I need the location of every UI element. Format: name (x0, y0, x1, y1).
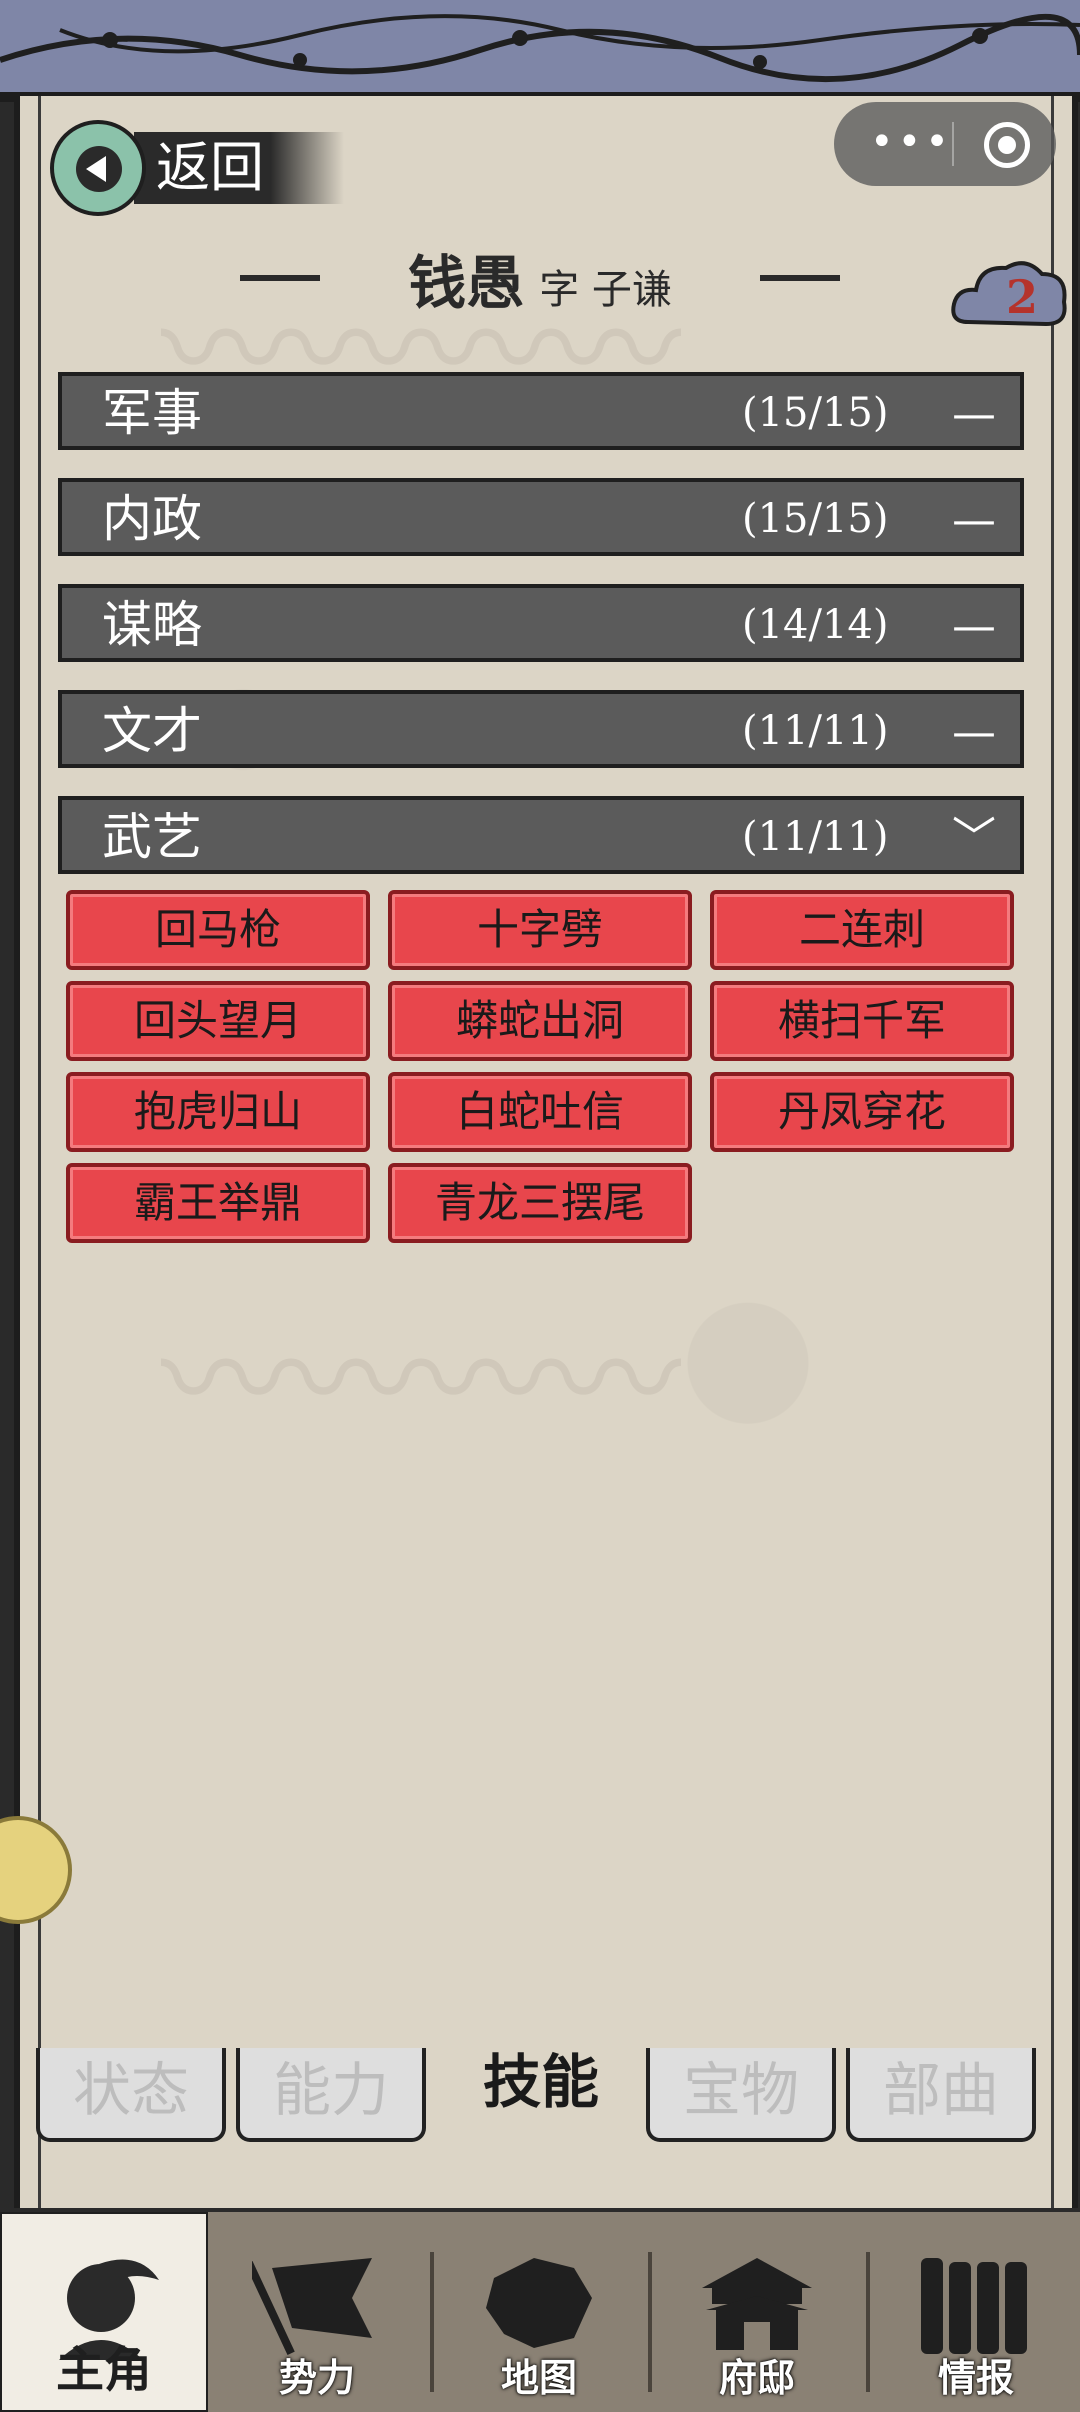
nav-mansion[interactable]: 府邸 (654, 2212, 860, 2412)
bamboo-scroll-icon (921, 2258, 1027, 2354)
category-count: (15/15) (742, 496, 889, 542)
tab-ability[interactable]: 能力 (236, 2048, 426, 2142)
category-name: 文才 (102, 702, 202, 760)
tab-status[interactable]: 状态 (36, 2048, 226, 2142)
category-name: 谋略 (102, 596, 202, 654)
collapse-icon[interactable]: — (952, 384, 996, 446)
skill-button[interactable]: 横扫千军 (710, 981, 1014, 1061)
nav-intel[interactable]: 情报 (872, 2212, 1080, 2412)
nav-map[interactable]: 地图 (436, 2212, 642, 2412)
character-name: 钱愚 (408, 249, 525, 317)
skill-button[interactable]: 十字劈 (388, 890, 692, 970)
back-button[interactable]: 返回 (50, 120, 350, 216)
skill-button[interactable]: 蟒蛇出洞 (388, 981, 692, 1061)
cloud-badge[interactable]: 2 (950, 252, 1070, 340)
category-literary[interactable]: 文才 (11/11) — (58, 690, 1024, 768)
collapse-icon[interactable]: — (952, 490, 996, 552)
detail-tabs: 状态 能力 技能 宝物 部曲 (30, 2040, 1050, 2144)
watermark-calligraphy: 〰〰〰〰 (161, 1305, 682, 1457)
nav-divider (866, 2252, 870, 2392)
category-strategy[interactable]: 谋略 (14/14) — (58, 584, 1024, 662)
tab-skills[interactable]: 技能 (446, 2040, 636, 2144)
collapse-icon[interactable]: — (952, 702, 996, 764)
tab-troops[interactable]: 部曲 (846, 2048, 1036, 2142)
skill-button[interactable]: 青龙三摆尾 (388, 1163, 692, 1243)
category-count: (11/11) (742, 708, 889, 754)
category-military[interactable]: 军事 (15/15) — (58, 372, 1024, 450)
category-count: (15/15) (742, 390, 889, 436)
flag-icon (252, 2258, 372, 2356)
nav-label: 地图 (500, 2355, 577, 2400)
top-decorative-banner (0, 0, 1080, 102)
nav-label: 情报 (937, 2355, 1014, 2400)
more-dots-icon[interactable]: ••• (870, 122, 953, 162)
nav-label: 府邸 (718, 2355, 795, 2400)
badge-count: 2 (1006, 270, 1039, 324)
category-count: (14/14) (742, 602, 889, 648)
chevron-down-icon[interactable]: ﹀ (952, 808, 996, 870)
tab-treasure[interactable]: 宝物 (646, 2048, 836, 2142)
record-circle-icon[interactable] (984, 122, 1030, 168)
capsule-divider (952, 122, 954, 166)
nav-label: 势力 (278, 2355, 355, 2400)
nav-divider (430, 2252, 434, 2392)
bottom-navigation: 主角 势力 地图 府邸 情报 (0, 2212, 1080, 2412)
mini-program-capsule: ••• (834, 102, 1056, 186)
palace-icon (702, 2258, 812, 2350)
map-icon (486, 2258, 592, 2348)
skill-button[interactable]: 丹凤穿花 (710, 1072, 1014, 1152)
skill-button[interactable]: 二连刺 (710, 890, 1014, 970)
category-administration[interactable]: 内政 (15/15) — (58, 478, 1024, 556)
skill-button[interactable]: 白蛇吐信 (388, 1072, 692, 1152)
nav-divider (648, 2252, 652, 2392)
floral-pattern-icon (0, 13, 1080, 83)
skill-button[interactable]: 回马枪 (66, 890, 370, 970)
collapse-icon[interactable]: — (952, 596, 996, 658)
category-name: 内政 (102, 490, 202, 548)
back-arrow-icon (50, 120, 146, 216)
character-style-name: 字 子谦 (539, 267, 672, 313)
category-name: 武艺 (102, 808, 202, 866)
nav-label: 主角 (55, 2342, 152, 2398)
back-label: 返回 (134, 132, 344, 204)
nav-faction[interactable]: 势力 (212, 2212, 422, 2412)
skill-button[interactable]: 回头望月 (66, 981, 370, 1061)
skill-button[interactable]: 抱虎归山 (66, 1072, 370, 1152)
skill-button[interactable]: 霸王举鼎 (66, 1163, 370, 1243)
nav-protagonist[interactable]: 主角 (0, 2212, 208, 2412)
category-name: 军事 (102, 384, 202, 442)
category-martial[interactable]: 武艺 (11/11) ﹀ (58, 796, 1024, 874)
category-count: (11/11) (742, 814, 889, 860)
character-title: 钱愚 字 子谦 (230, 236, 850, 317)
